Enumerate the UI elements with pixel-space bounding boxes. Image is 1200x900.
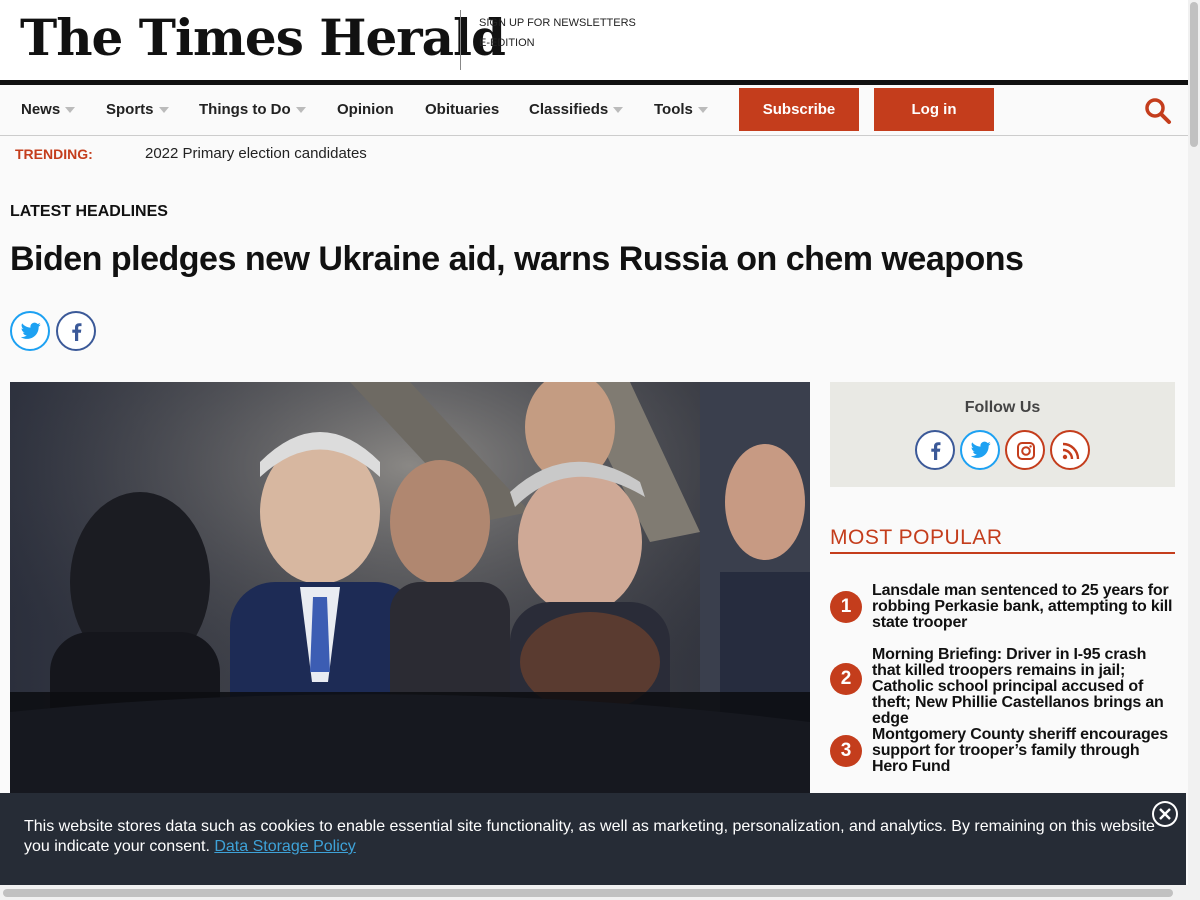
nav-item-label: Tools — [654, 101, 693, 118]
vertical-scrollbar-thumb[interactable] — [1190, 2, 1198, 147]
nav-item-things-to-do[interactable]: Things to Do — [199, 101, 306, 118]
popular-item-link[interactable]: Morning Briefing: Driver in I-95 crash t… — [872, 647, 1175, 727]
popular-item-link[interactable]: Montgomery County sheriff encourages sup… — [872, 727, 1175, 775]
data-storage-policy-link[interactable]: Data Storage Policy — [214, 838, 355, 855]
facebook-icon — [931, 442, 941, 460]
popular-rank: 1 — [830, 591, 862, 623]
trending-bar: TRENDING: 2022 Primary election candidat… — [0, 136, 1188, 170]
subscribe-button[interactable]: Subscribe — [739, 88, 859, 131]
article-headline: Biden pledges new Ukraine aid, warns Rus… — [10, 240, 1024, 278]
masthead-links: SIGN UP FOR NEWSLETTERS E-EDITION — [479, 13, 636, 53]
horizontal-scrollbar[interactable] — [0, 885, 1188, 900]
vertical-scrollbar[interactable] — [1188, 0, 1200, 900]
follow-us-box: Follow Us — [830, 382, 1175, 487]
login-button[interactable]: Log in — [874, 88, 994, 131]
trending-label: TRENDING: — [15, 146, 93, 162]
horizontal-scrollbar-thumb[interactable] — [3, 889, 1173, 897]
section-label[interactable]: LATEST HEADLINES — [10, 203, 168, 221]
nav-item-obituaries[interactable]: Obituaries — [425, 101, 499, 118]
follow-twitter-button[interactable] — [960, 430, 1000, 470]
cookie-message: This website stores data such as cookies… — [24, 817, 1164, 857]
caret-down-icon — [158, 107, 169, 114]
follow-rss-button[interactable] — [1050, 430, 1090, 470]
cookie-message-text: This website stores data such as cookies… — [24, 818, 1155, 855]
site-logo[interactable]: The Times Herald — [20, 8, 506, 67]
close-cookie-button[interactable] — [1152, 801, 1178, 827]
article-photo[interactable] — [10, 382, 810, 802]
rss-icon — [1062, 442, 1080, 460]
close-icon — [1154, 803, 1176, 825]
facebook-icon — [72, 323, 82, 341]
caret-down-icon — [295, 107, 306, 114]
popular-item[interactable]: 3 Montgomery County sheriff encourages s… — [830, 727, 1175, 777]
nav-item-sports[interactable]: Sports — [106, 101, 169, 118]
popular-item-link[interactable]: Lansdale man sentenced to 25 years for r… — [872, 583, 1175, 631]
newsletter-signup-link[interactable]: SIGN UP FOR NEWSLETTERS — [479, 13, 636, 33]
facebook-share-button[interactable] — [56, 311, 96, 351]
e-edition-link[interactable]: E-EDITION — [479, 33, 636, 53]
cookie-banner: This website stores data such as cookies… — [0, 793, 1186, 885]
twitter-icon — [971, 441, 991, 458]
nav-item-tools[interactable]: Tools — [654, 101, 708, 118]
nav-item-label: Opinion — [337, 101, 394, 118]
nav-item-label: Obituaries — [425, 101, 500, 118]
nav-item-label: Classifieds — [529, 101, 609, 118]
nav-item-classifieds[interactable]: Classifieds — [529, 101, 624, 118]
nav-item-opinion[interactable]: Opinion — [337, 101, 394, 118]
trending-link[interactable]: 2022 Primary election candidates — [145, 145, 367, 162]
main-nav: News Sports Things to Do Opinion Obituar… — [0, 80, 1188, 136]
nav-item-label: Sports — [106, 101, 154, 118]
twitter-share-button[interactable] — [10, 311, 50, 351]
masthead-divider — [460, 10, 461, 70]
instagram-icon — [1017, 442, 1035, 460]
nav-item-label: News — [21, 101, 61, 118]
masthead: The Times Herald SIGN UP FOR NEWSLETTERS… — [0, 0, 1188, 80]
follow-us-title: Follow Us — [964, 399, 1041, 416]
follow-facebook-button[interactable] — [915, 430, 955, 470]
most-popular-title: MOST POPULAR — [830, 526, 1175, 554]
popular-item[interactable]: 2 Morning Briefing: Driver in I-95 crash… — [830, 647, 1175, 727]
caret-down-icon — [65, 107, 76, 114]
follow-instagram-button[interactable] — [1005, 430, 1045, 470]
twitter-icon — [21, 322, 41, 339]
nav-item-label: Things to Do — [199, 101, 291, 118]
caret-down-icon — [613, 107, 624, 114]
popular-rank: 2 — [830, 663, 862, 695]
popular-rank: 3 — [830, 735, 862, 767]
nav-item-news[interactable]: News — [21, 101, 76, 118]
popular-item[interactable]: 1 Lansdale man sentenced to 25 years for… — [830, 583, 1175, 633]
caret-down-icon — [697, 107, 708, 114]
search-icon[interactable] — [1144, 97, 1172, 125]
